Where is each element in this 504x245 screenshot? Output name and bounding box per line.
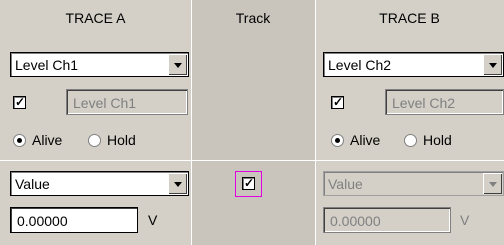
trace-a-value-text: 0.00000 (17, 213, 68, 229)
track-checkbox[interactable]: ✓ (242, 176, 255, 190)
dropdown-button[interactable] (168, 173, 187, 194)
trace-b-source-select[interactable]: Level Ch2 (323, 52, 504, 77)
trace-b-hold-label: Hold (423, 132, 452, 148)
trace-a-source-select[interactable]: Level Ch1 (10, 52, 189, 77)
trace-b-hold-radio[interactable] (404, 134, 417, 147)
check-icon: ✓ (244, 176, 255, 190)
check-icon: ✓ (333, 95, 344, 109)
trace-b-label-text: Level Ch2 (392, 95, 456, 111)
column-divider (191, 0, 192, 245)
trace-a-hold-label: Hold (107, 132, 136, 148)
trace-b-scale-select[interactable]: Value (323, 171, 504, 196)
trace-a-scale-value: Value (15, 176, 50, 192)
column-divider (315, 0, 316, 245)
dropdown-button[interactable] (483, 54, 502, 75)
radio-dot-icon (335, 138, 340, 143)
trace-b-alive-label: Alive (350, 132, 381, 148)
trace-b-alive-radio[interactable] (331, 134, 344, 147)
trace-a-source-value: Level Ch1 (15, 57, 79, 73)
chevron-down-icon (489, 182, 497, 187)
trace-a-hold-radio[interactable] (88, 134, 101, 147)
trace-a-value-field[interactable]: 0.00000 (10, 207, 138, 233)
trace-b-label-checkbox[interactable]: ✓ (331, 95, 344, 109)
chevron-down-icon (174, 182, 182, 187)
track-column (191, 0, 315, 245)
trace-a-unit: V (148, 212, 158, 228)
trace-b-header: TRACE B (379, 10, 440, 26)
trace-a-alive-radio[interactable] (13, 134, 26, 147)
trace-b-unit: V (460, 212, 470, 228)
trace-b-label-field[interactable]: Level Ch2 (385, 89, 504, 115)
radio-dot-icon (17, 138, 22, 143)
trace-a-header: TRACE A (65, 10, 126, 26)
chevron-down-icon (174, 63, 182, 68)
track-header: Track (235, 10, 271, 26)
check-icon: ✓ (15, 95, 26, 109)
trace-b-scale-value: Value (328, 176, 363, 192)
row-divider (0, 160, 504, 161)
trace-a-alive-label: Alive (32, 132, 63, 148)
trace-a-label-checkbox[interactable]: ✓ (13, 95, 26, 109)
trace-a-scale-select[interactable]: Value (10, 171, 189, 196)
trace-settings-panel: TRACE A Track TRACE B Level Ch1 ✓ Level … (0, 0, 504, 245)
dropdown-button[interactable] (483, 173, 502, 194)
trace-b-value-text: 0.00000 (330, 213, 381, 229)
trace-b-value-field[interactable]: 0.00000 (323, 207, 451, 233)
trace-b-source-value: Level Ch2 (328, 57, 392, 73)
dropdown-button[interactable] (168, 54, 187, 75)
trace-a-label-text: Level Ch1 (73, 95, 137, 111)
chevron-down-icon (489, 63, 497, 68)
trace-a-label-field[interactable]: Level Ch1 (66, 89, 188, 115)
